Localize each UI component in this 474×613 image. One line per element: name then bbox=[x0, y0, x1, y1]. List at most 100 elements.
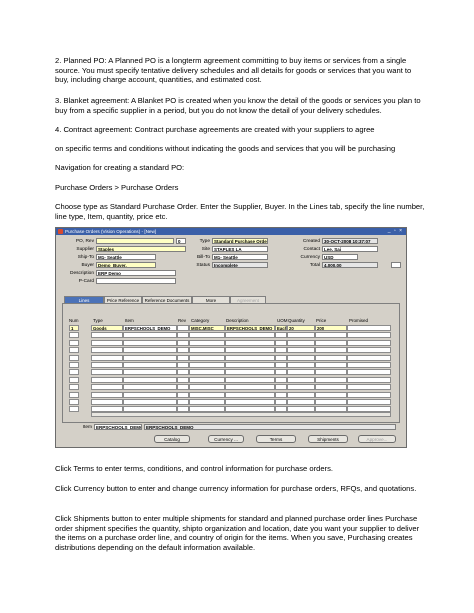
terms-button[interactable]: Terms bbox=[256, 435, 296, 443]
empty-line-cell[interactable] bbox=[189, 354, 225, 361]
empty-line-cell[interactable] bbox=[275, 339, 287, 346]
line-promised-cell[interactable] bbox=[347, 325, 391, 331]
empty-line-cell[interactable] bbox=[347, 332, 391, 339]
empty-line-cell[interactable] bbox=[123, 332, 177, 339]
empty-line-cell[interactable] bbox=[315, 384, 347, 391]
empty-line-cell[interactable] bbox=[69, 391, 79, 398]
empty-line-cell[interactable] bbox=[275, 399, 287, 405]
description-field[interactable]: ERP Demo bbox=[96, 270, 176, 276]
empty-line-cell[interactable] bbox=[225, 339, 275, 346]
empty-line-cell[interactable] bbox=[69, 406, 79, 413]
empty-line-cell[interactable] bbox=[347, 384, 391, 391]
empty-line-cell[interactable] bbox=[225, 347, 275, 354]
empty-line-cell[interactable] bbox=[189, 399, 225, 405]
empty-line-cell[interactable] bbox=[177, 347, 189, 354]
empty-line-cell[interactable] bbox=[275, 384, 287, 391]
bill-to-field[interactable]: M1- Seattle bbox=[212, 254, 268, 260]
line-num-cell[interactable]: 1 bbox=[69, 325, 79, 331]
empty-line-cell[interactable] bbox=[69, 399, 79, 405]
empty-line-cell[interactable] bbox=[123, 391, 177, 398]
shipments-button[interactable]: Shipments bbox=[308, 435, 348, 443]
empty-line-cell[interactable] bbox=[177, 384, 189, 391]
empty-line-cell[interactable] bbox=[123, 376, 177, 383]
empty-line-cell[interactable] bbox=[189, 339, 225, 346]
empty-line-cell[interactable] bbox=[123, 354, 177, 361]
empty-line-cell[interactable] bbox=[91, 332, 123, 339]
empty-line-cell[interactable] bbox=[69, 339, 79, 346]
empty-line-cell[interactable] bbox=[275, 362, 287, 368]
empty-line-cell[interactable] bbox=[347, 362, 391, 368]
catalog-button[interactable]: Catalog bbox=[154, 435, 190, 443]
empty-line-cell[interactable] bbox=[123, 384, 177, 391]
empty-line-cell[interactable] bbox=[225, 369, 275, 376]
empty-line-cell[interactable] bbox=[225, 399, 275, 405]
empty-line-cell[interactable] bbox=[347, 339, 391, 346]
empty-line-cell[interactable] bbox=[69, 369, 79, 376]
empty-line-cell[interactable] bbox=[347, 369, 391, 376]
empty-line-cell[interactable] bbox=[91, 347, 123, 354]
line-quantity-cell[interactable]: 20 bbox=[287, 325, 315, 331]
empty-line-cell[interactable] bbox=[347, 399, 391, 405]
empty-line-cell[interactable] bbox=[91, 362, 123, 368]
empty-line-cell[interactable] bbox=[91, 399, 123, 405]
empty-line-cell[interactable] bbox=[123, 399, 177, 405]
site-field[interactable]: STAPLES LA bbox=[212, 246, 268, 252]
empty-line-cell[interactable] bbox=[123, 339, 177, 346]
empty-line-cell[interactable] bbox=[123, 347, 177, 354]
approve-button[interactable]: Approve... bbox=[358, 435, 396, 443]
empty-line-cell[interactable] bbox=[287, 369, 315, 376]
empty-line-cell[interactable] bbox=[189, 384, 225, 391]
flexfield-box[interactable] bbox=[391, 262, 401, 268]
empty-line-cell[interactable] bbox=[177, 376, 189, 383]
empty-line-cell[interactable] bbox=[275, 369, 287, 376]
contact-field[interactable]: Lee, Sai bbox=[322, 246, 378, 252]
empty-line-cell[interactable] bbox=[315, 347, 347, 354]
empty-line-cell[interactable] bbox=[315, 354, 347, 361]
empty-line-cell[interactable] bbox=[225, 384, 275, 391]
po-type-field[interactable]: Standard Purchase Order bbox=[212, 238, 268, 244]
empty-line-cell[interactable] bbox=[287, 391, 315, 398]
ship-to-field[interactable]: M1- Seattle bbox=[96, 254, 156, 260]
empty-line-cell[interactable] bbox=[189, 376, 225, 383]
empty-line-cell[interactable] bbox=[275, 376, 287, 383]
empty-line-cell[interactable] bbox=[287, 354, 315, 361]
line-type-cell[interactable]: Goods bbox=[91, 325, 123, 331]
line-category-cell[interactable]: MISC.MISC bbox=[189, 325, 225, 331]
empty-line-cell[interactable] bbox=[287, 332, 315, 339]
empty-line-cell[interactable] bbox=[91, 369, 123, 376]
empty-line-cell[interactable] bbox=[287, 384, 315, 391]
revision-field[interactable]: 0 bbox=[176, 238, 186, 244]
empty-line-cell[interactable] bbox=[347, 347, 391, 354]
supplier-field[interactable]: Staples bbox=[96, 246, 186, 252]
empty-line-cell[interactable] bbox=[91, 376, 123, 383]
empty-line-cell[interactable] bbox=[315, 332, 347, 339]
tab-price-reference[interactable]: Price Reference bbox=[104, 296, 142, 303]
empty-line-cell[interactable] bbox=[177, 339, 189, 346]
tab-agreement[interactable]: Agreement bbox=[230, 296, 266, 303]
empty-line-cell[interactable] bbox=[91, 391, 123, 398]
line-description-cell[interactable]: ERPSCHOOLS_DEMO bbox=[225, 325, 275, 331]
empty-line-cell[interactable] bbox=[189, 369, 225, 376]
empty-line-cell[interactable] bbox=[189, 347, 225, 354]
empty-line-cell[interactable] bbox=[275, 332, 287, 339]
currency-button[interactable]: Currency ... bbox=[208, 435, 244, 443]
tab-reference-documents[interactable]: Reference Documents bbox=[142, 296, 192, 303]
empty-line-cell[interactable] bbox=[91, 354, 123, 361]
po-number-field[interactable] bbox=[96, 238, 174, 244]
empty-line-cell[interactable] bbox=[347, 391, 391, 398]
window-controls[interactable]: _ ▫ × bbox=[388, 228, 403, 235]
pcard-field[interactable] bbox=[96, 278, 176, 284]
empty-line-cell[interactable] bbox=[69, 332, 79, 339]
empty-line-cell[interactable] bbox=[189, 332, 225, 339]
empty-line-cell[interactable] bbox=[287, 399, 315, 405]
tab-more[interactable]: More bbox=[192, 296, 230, 303]
empty-line-cell[interactable] bbox=[69, 384, 79, 391]
empty-line-cell[interactable] bbox=[69, 362, 79, 368]
line-uom-cell[interactable]: Each bbox=[275, 325, 287, 331]
empty-line-cell[interactable] bbox=[69, 376, 79, 383]
empty-line-cell[interactable] bbox=[91, 384, 123, 391]
line-price-cell[interactable]: 200 bbox=[315, 325, 347, 331]
empty-line-cell[interactable] bbox=[225, 391, 275, 398]
tab-lines[interactable]: Lines bbox=[64, 296, 104, 303]
empty-line-cell[interactable] bbox=[225, 362, 275, 368]
